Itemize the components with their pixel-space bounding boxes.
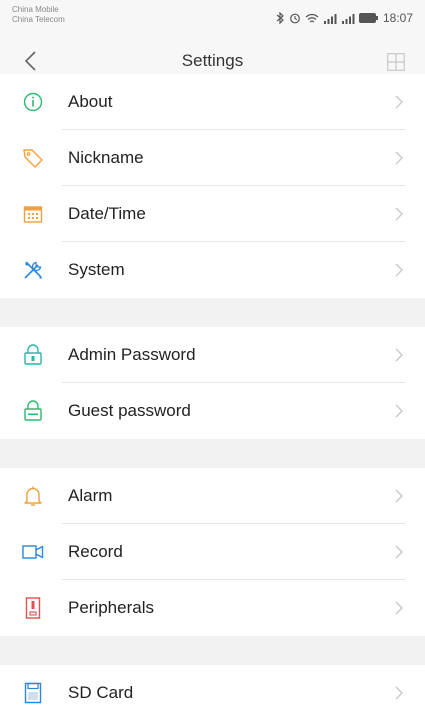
settings-item-label: Record — [68, 542, 123, 561]
settings-group-general: About Nickname Date/Time System — [0, 74, 425, 298]
settings-item-label: About — [68, 92, 113, 111]
settings-item-label: Alarm — [68, 486, 113, 505]
settings-item-date-time[interactable]: Date/Time — [0, 186, 425, 242]
video-camera-icon — [22, 541, 44, 563]
group-divider — [0, 439, 425, 468]
chevron-right-icon — [395, 95, 403, 109]
carrier-2: China Telecom — [12, 15, 65, 24]
settings-group-device: Alarm Record Peripherals — [0, 468, 425, 636]
calendar-icon — [22, 203, 44, 225]
settings-item-label: Nickname — [68, 148, 144, 167]
chevron-right-icon — [395, 601, 403, 615]
settings-item-admin-password[interactable]: Admin Password — [0, 327, 425, 383]
settings-item-peripherals[interactable]: Peripherals — [0, 580, 425, 636]
settings-group-storage: SD Card — [0, 665, 425, 721]
bluetooth-icon — [276, 12, 285, 24]
bell-icon — [22, 485, 44, 507]
signal-icon-2 — [341, 13, 355, 24]
group-divider — [0, 298, 425, 327]
chevron-right-icon — [395, 151, 403, 165]
settings-item-nickname[interactable]: Nickname — [0, 130, 425, 186]
settings-item-system[interactable]: System — [0, 242, 425, 298]
page-title: Settings — [181, 51, 244, 70]
chevron-right-icon — [395, 489, 403, 503]
info-icon — [22, 91, 44, 113]
status-time: 18:07 — [382, 11, 413, 25]
carrier-1: China Mobile — [12, 5, 59, 14]
grid-icon — [387, 53, 405, 71]
chevron-right-icon — [395, 686, 403, 700]
settings-item-label: Admin Password — [68, 345, 196, 364]
settings-item-label: Date/Time — [68, 204, 146, 223]
settings-item-alarm[interactable]: Alarm — [0, 468, 425, 524]
wifi-icon — [305, 13, 319, 24]
settings-item-label: System — [68, 260, 125, 279]
battery-icon — [358, 13, 379, 23]
alarm-clock-icon — [289, 12, 301, 24]
lock-icon — [22, 400, 44, 422]
chevron-right-icon — [395, 545, 403, 559]
settings-group-passwords: Admin Password Guest password — [0, 327, 425, 439]
chevron-right-icon — [395, 263, 403, 277]
status-icons: 18:07 — [276, 11, 413, 25]
lock-icon — [22, 344, 44, 366]
settings-item-record[interactable]: Record — [0, 524, 425, 580]
carrier-info: China Mobile China Telecom — [12, 5, 65, 25]
group-divider — [0, 636, 425, 665]
settings-list: About Nickname Date/Time System Admin Pa… — [0, 74, 425, 721]
settings-item-label: SD Card — [68, 683, 134, 702]
device-icon — [22, 597, 44, 619]
signal-icon-1 — [323, 13, 337, 24]
sd-card-icon — [22, 682, 44, 704]
chevron-right-icon — [395, 404, 403, 418]
chevron-right-icon — [395, 348, 403, 362]
settings-item-label: Guest password — [68, 401, 191, 420]
settings-item-sd-card[interactable]: SD Card — [0, 665, 425, 721]
tag-icon — [22, 147, 44, 169]
tools-icon — [22, 259, 44, 281]
status-bar: China Mobile China Telecom 18:07 — [0, 0, 425, 40]
grid-menu-button[interactable] — [387, 53, 405, 71]
settings-item-guest-password[interactable]: Guest password — [0, 383, 425, 439]
settings-item-about[interactable]: About — [0, 74, 425, 130]
chevron-right-icon — [395, 207, 403, 221]
settings-item-label: Peripherals — [68, 598, 154, 617]
